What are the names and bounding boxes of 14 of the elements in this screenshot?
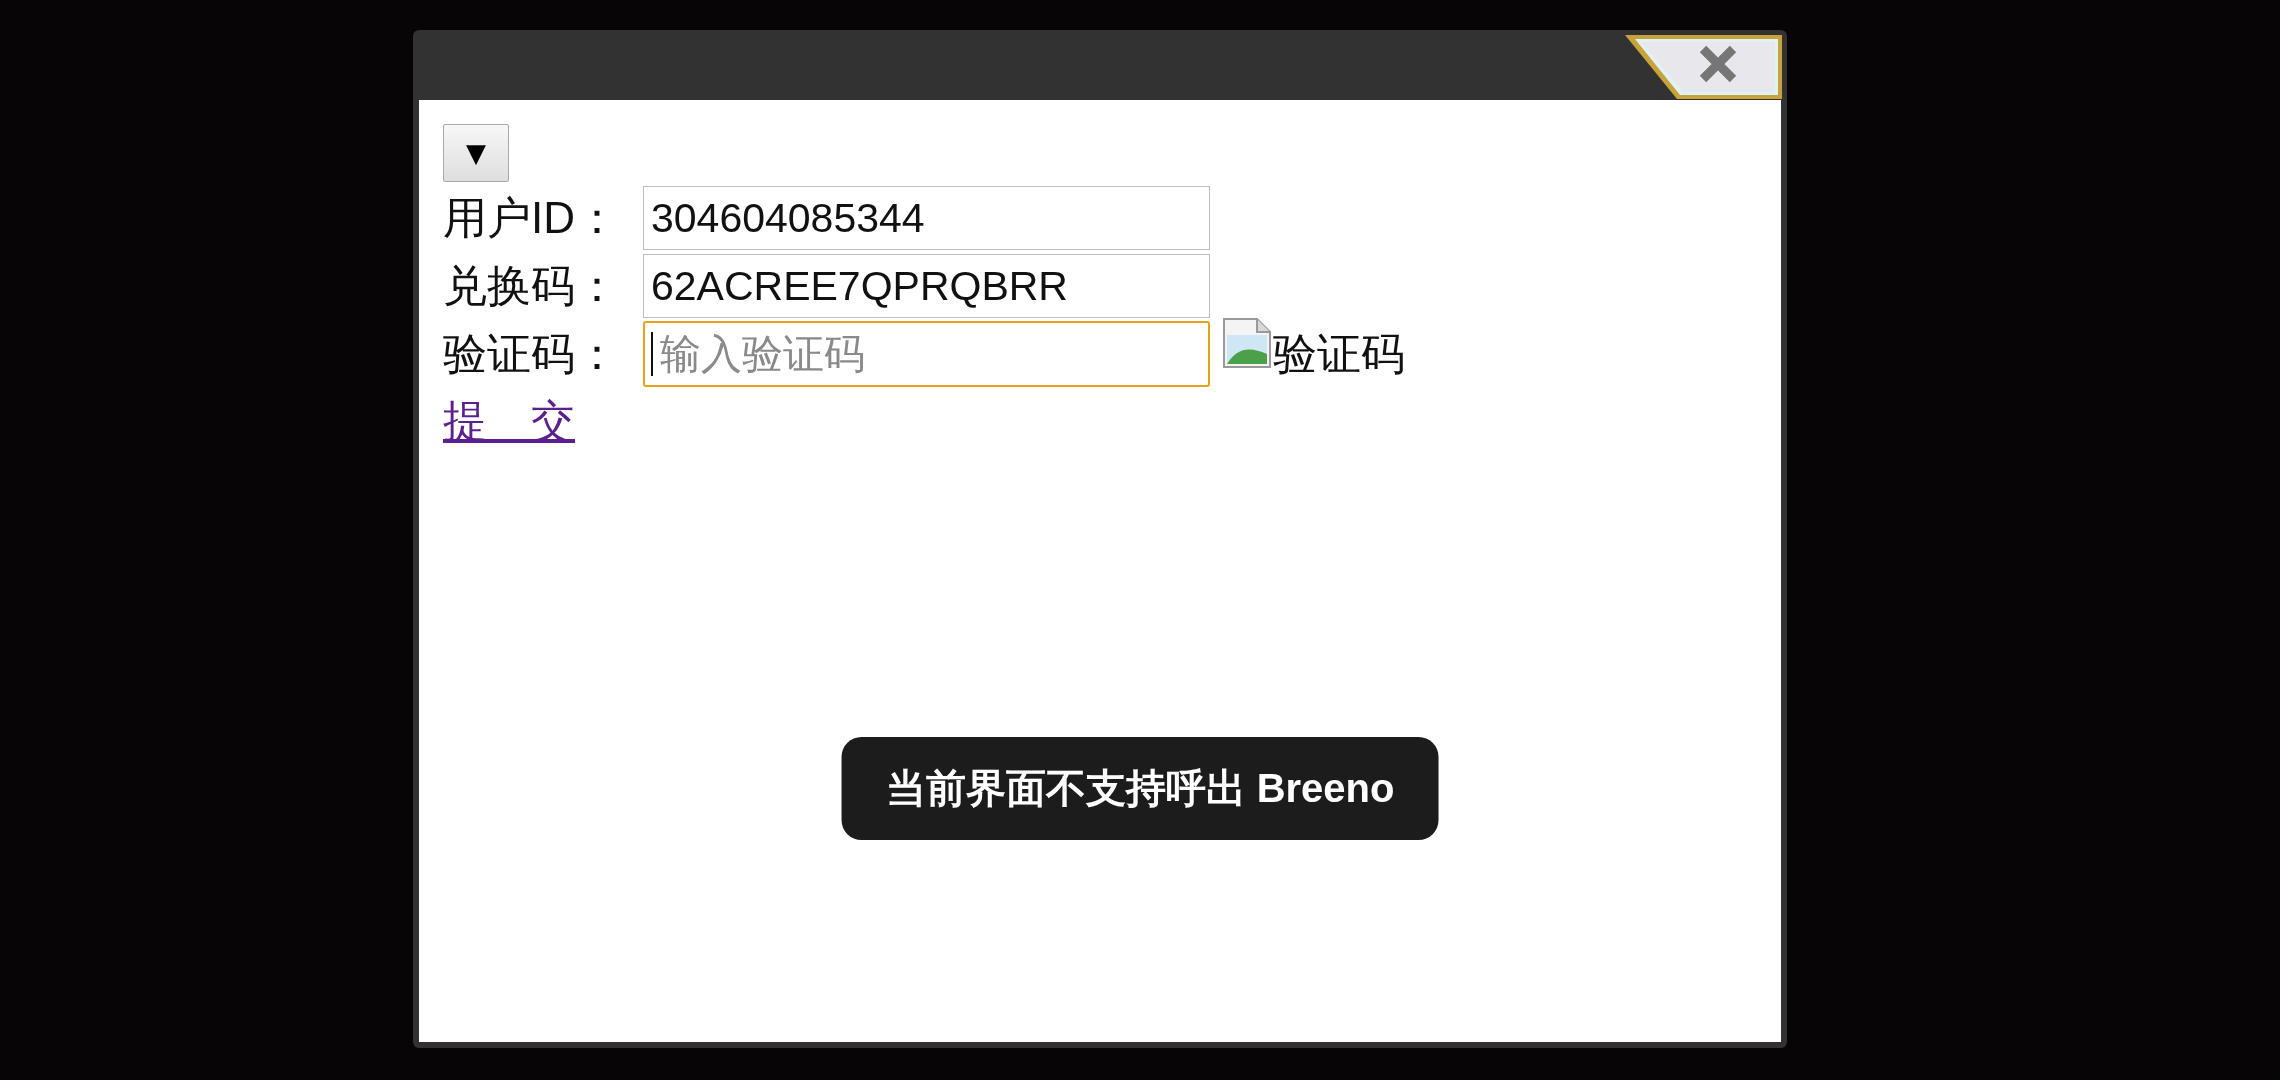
captcha-alt-text: 验证码 xyxy=(1273,327,1405,380)
input-field[interactable]: 62ACREE7QPRQBRR xyxy=(643,254,1210,318)
close-icon xyxy=(1698,44,1738,84)
broken-image-icon xyxy=(1223,318,1271,368)
field-label: 验证码： xyxy=(443,327,619,380)
input-field[interactable]: 输入验证码 xyxy=(643,321,1210,387)
dropdown-button[interactable]: ▼ xyxy=(443,124,509,182)
field-label: 用户ID： xyxy=(443,191,619,244)
input-field[interactable]: 304604085344 xyxy=(643,186,1210,250)
submit-link[interactable]: 提 交 xyxy=(443,392,575,451)
toast-message: 当前界面不支持呼出 Breeno xyxy=(841,737,1439,840)
close-button[interactable] xyxy=(1625,35,1782,99)
field-label: 兑换码： xyxy=(443,259,619,312)
text-cursor-icon xyxy=(651,332,653,376)
